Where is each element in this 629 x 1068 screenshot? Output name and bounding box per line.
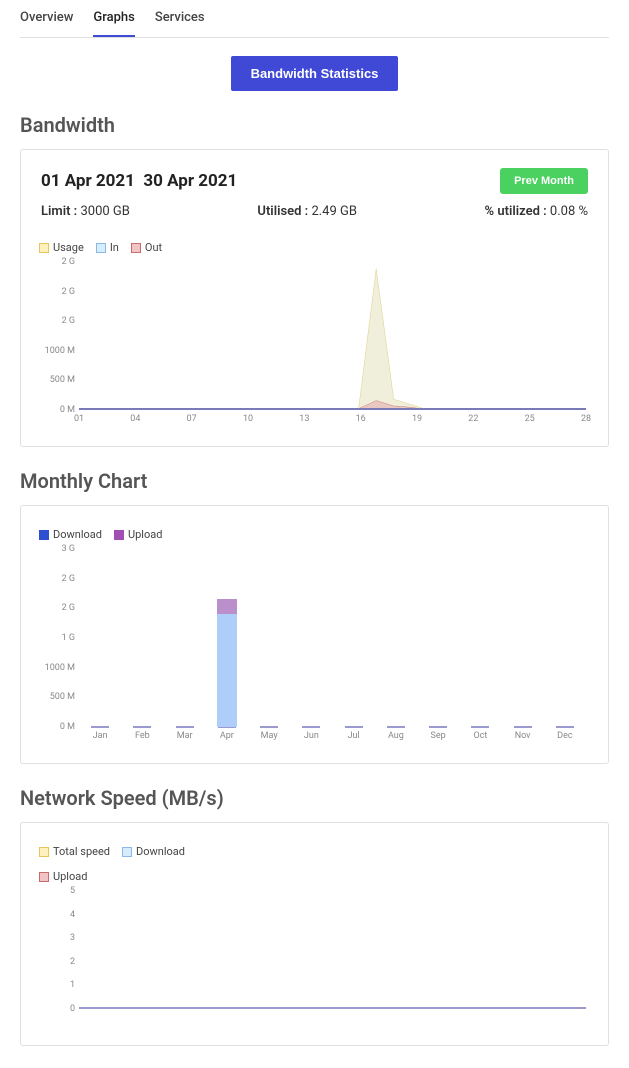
prev-month-button[interactable]: Prev Month	[500, 168, 588, 194]
legend-total[interactable]: Total speed	[39, 845, 110, 858]
bandwidth-title: Bandwidth	[20, 113, 609, 137]
legend-ndownload[interactable]: Download	[122, 845, 185, 858]
legend-download[interactable]: Download	[39, 528, 102, 541]
monthly-chart: 0 M500 M1000 M1 G2 G2 G3 G JanFebMarAprM…	[35, 549, 592, 749]
limit-stat: Limit : 3000 GB	[41, 204, 130, 219]
monthly-panel: Download Upload 0 M500 M1000 M1 G2 G2 G3…	[20, 505, 609, 764]
network-chart: 012345	[35, 891, 592, 1031]
tab-services[interactable]: Services	[155, 10, 205, 37]
legend-upload[interactable]: Upload	[114, 528, 162, 541]
utilised-stat: Utilised : 2.49 GB	[257, 204, 357, 219]
legend-nupload[interactable]: Upload	[39, 870, 596, 883]
date-from: 01 Apr 2021	[41, 171, 135, 191]
monthly-title: Monthly Chart	[20, 469, 609, 493]
tab-graphs[interactable]: Graphs	[93, 10, 134, 37]
network-legend: Total speed Download Upload	[39, 845, 596, 883]
legend-in[interactable]: In	[96, 241, 119, 254]
network-panel: Total speed Download Upload 012345	[20, 822, 609, 1046]
monthly-legend: Download Upload	[39, 528, 596, 541]
bandwidth-panel: 01 Apr 2021 30 Apr 2021 Prev Month Limit…	[20, 149, 609, 447]
date-to: 30 Apr 2021	[143, 171, 237, 191]
network-title: Network Speed (MB/s)	[20, 786, 609, 810]
legend-usage[interactable]: Usage	[39, 241, 84, 254]
pct-stat: % utilized : 0.08 %	[485, 204, 588, 219]
bandwidth-statistics-button[interactable]: Bandwidth Statistics	[231, 56, 399, 91]
tab-overview[interactable]: Overview	[20, 10, 73, 37]
tab-bar: Overview Graphs Services	[20, 0, 609, 38]
bandwidth-chart: 0 M500 M1000 M2 G2 G2 G 0104071013161922…	[35, 262, 592, 432]
date-range: 01 Apr 2021 30 Apr 2021	[41, 171, 237, 191]
legend-out[interactable]: Out	[131, 241, 162, 254]
bandwidth-legend: Usage In Out	[39, 241, 596, 254]
